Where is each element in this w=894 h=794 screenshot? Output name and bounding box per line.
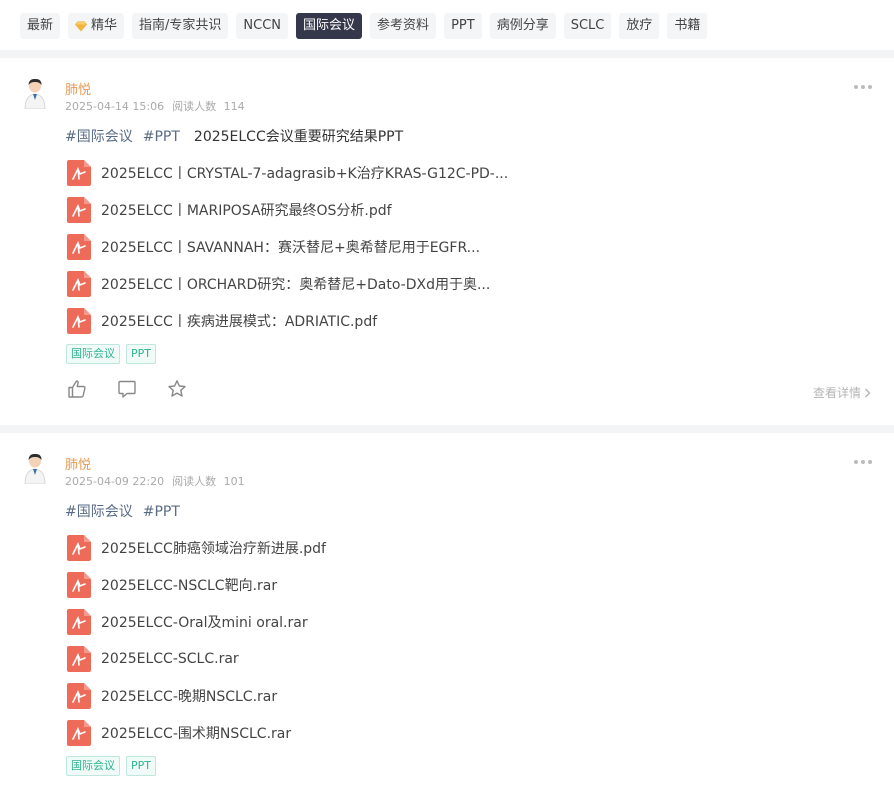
tag-list: 国际会议 PPT (66, 756, 156, 776)
file-icon (67, 645, 91, 672)
tag-list: 国际会议 PPT (66, 344, 156, 364)
file-name: 2025ELCC肺癌领域治疗新进展.pdf (101, 540, 326, 557)
view-details-link[interactable]: 查看详情 (813, 384, 871, 401)
pdf-file-icon (67, 307, 91, 334)
reads-count: 114 (223, 100, 245, 113)
tab-latest[interactable]: 最新 (20, 13, 61, 39)
file-icon (67, 719, 91, 746)
file-name: 2025ELCC丨ORCHARD研究：奥希替尼+Dato-DXd用于奥... (101, 276, 491, 293)
comment-icon[interactable] (117, 379, 137, 399)
tab-sclc[interactable]: SCLC (563, 13, 612, 39)
post-meta: 2025-04-14 15:06 阅读人数 114 (65, 98, 245, 114)
file-item[interactable]: 2025ELCC丨疾病进展模式：ADRIATIC.pdf (67, 302, 508, 339)
tab-nccn[interactable]: NCCN (236, 13, 289, 39)
file-name: 2025ELCC-围术期NSCLC.rar (101, 725, 292, 742)
file-name: 2025ELCC-Oral及mini oral.rar (101, 614, 308, 631)
tag[interactable]: 国际会议 (66, 756, 120, 776)
tag[interactable]: 国际会议 (66, 344, 120, 364)
file-list: 2025ELCC丨CRYSTAL-7-adagrasib+K治疗KRAS-G12… (67, 154, 508, 339)
file-name: 2025ELCC丨CRYSTAL-7-adagrasib+K治疗KRAS-G12… (101, 165, 509, 182)
file-name: 2025ELCC丨疾病进展模式：ADRIATIC.pdf (101, 313, 378, 330)
post-card: 肺悦 2025-04-14 15:06 阅读人数 114 #国际会议 #PPT 202… (0, 58, 894, 425)
reads-label: 阅读人数 (172, 100, 217, 113)
file-item[interactable]: 2025ELCC丨SAVANNAH：赛沃替尼+奥希替尼用于EGFR... (67, 228, 508, 265)
post-card: 肺悦 2025-04-09 22:20 阅读人数 101 #国际会议 #PPT 20… (0, 433, 894, 794)
hashtag[interactable]: #PPT (143, 129, 180, 145)
file-item[interactable]: 2025ELCC-晚期NSCLC.rar (67, 677, 326, 714)
file-icon (67, 571, 91, 598)
file-name: 2025ELCC-SCLC.rar (101, 650, 239, 667)
file-icon (67, 534, 91, 561)
pdf-file-icon (67, 270, 91, 297)
tag[interactable]: PPT (126, 756, 156, 776)
pdf-file-icon (67, 159, 91, 186)
like-icon[interactable] (67, 379, 87, 399)
author-name[interactable]: 肺悦 (65, 79, 91, 98)
post-meta: 2025-04-09 22:20 阅读人数 101 (65, 473, 245, 489)
post-title-line: #国际会议 #PPT 2025ELCC会议重要研究结果PPT (65, 126, 403, 146)
post-date: 2025-04-09 22:20 (65, 475, 165, 488)
tab-references[interactable]: 参考资料 (370, 13, 437, 39)
more-options-icon[interactable] (854, 85, 872, 89)
gem-icon (75, 21, 88, 32)
post-title-line: #国际会议 #PPT (65, 501, 190, 521)
file-item[interactable]: 2025ELCC丨MARIPOSA研究最终OS分析.pdf (67, 191, 508, 228)
tab-books[interactable]: 书籍 (667, 13, 708, 39)
tab-international-conference[interactable]: 国际会议 (296, 13, 363, 39)
file-icon (67, 682, 91, 709)
tab-case-sharing[interactable]: 病例分享 (489, 13, 556, 39)
file-name: 2025ELCC-NSCLC靶向.rar (101, 577, 278, 594)
tab-ppt[interactable]: PPT (444, 13, 482, 39)
file-item[interactable]: 2025ELCC-Oral及mini oral.rar (67, 603, 326, 640)
tab-featured[interactable]: 精华 (68, 13, 125, 39)
view-details-label: 查看详情 (812, 386, 861, 400)
file-name: 2025ELCC丨SAVANNAH：赛沃替尼+奥希替尼用于EGFR... (101, 239, 481, 256)
post-date: 2025-04-14 15:06 (65, 100, 165, 113)
post-title[interactable]: 2025ELCC会议重要研究结果PPT (194, 129, 403, 145)
file-name: 2025ELCC丨MARIPOSA研究最终OS分析.pdf (101, 202, 392, 219)
action-bar (67, 379, 187, 399)
file-item[interactable]: 2025ELCC-NSCLC靶向.rar (67, 566, 326, 603)
hashtag[interactable]: #国际会议 (65, 504, 133, 520)
avatar[interactable] (22, 452, 48, 484)
favorite-star-icon[interactable] (167, 379, 187, 399)
hashtag[interactable]: #国际会议 (65, 129, 133, 145)
pdf-file-icon (67, 233, 91, 260)
author-name[interactable]: 肺悦 (65, 454, 91, 473)
tab-guidelines[interactable]: 指南/专家共识 (132, 13, 229, 39)
file-list: 2025ELCC肺癌领域治疗新进展.pdf 2025ELCC-NSCLC靶向.r… (67, 529, 326, 751)
file-icon (67, 608, 91, 635)
file-item[interactable]: 2025ELCC-SCLC.rar (67, 640, 326, 677)
avatar[interactable] (22, 77, 48, 109)
file-item[interactable]: 2025ELCC丨ORCHARD研究：奥希替尼+Dato-DXd用于奥... (67, 265, 508, 302)
category-tabbar: 最新 精华 指南/专家共识 NCCN 国际会议 参考资料 PPT 病例分享 SC… (0, 0, 894, 50)
reads-count: 101 (223, 475, 245, 488)
reads-label: 阅读人数 (172, 475, 217, 488)
tag[interactable]: PPT (126, 344, 156, 364)
more-options-icon[interactable] (854, 460, 872, 464)
file-name: 2025ELCC-晚期NSCLC.rar (101, 688, 278, 705)
pdf-file-icon (67, 196, 91, 223)
hashtag[interactable]: #PPT (143, 504, 180, 520)
chevron-right-icon (865, 388, 871, 397)
file-item[interactable]: 2025ELCC-围术期NSCLC.rar (67, 714, 326, 751)
file-item[interactable]: 2025ELCC丨CRYSTAL-7-adagrasib+K治疗KRAS-G12… (67, 154, 508, 191)
file-item[interactable]: 2025ELCC肺癌领域治疗新进展.pdf (67, 529, 326, 566)
tab-radiotherapy[interactable]: 放疗 (619, 13, 660, 39)
category-tabs: 最新 精华 指南/专家共识 NCCN 国际会议 参考资料 PPT 病例分享 SC… (20, 13, 708, 39)
